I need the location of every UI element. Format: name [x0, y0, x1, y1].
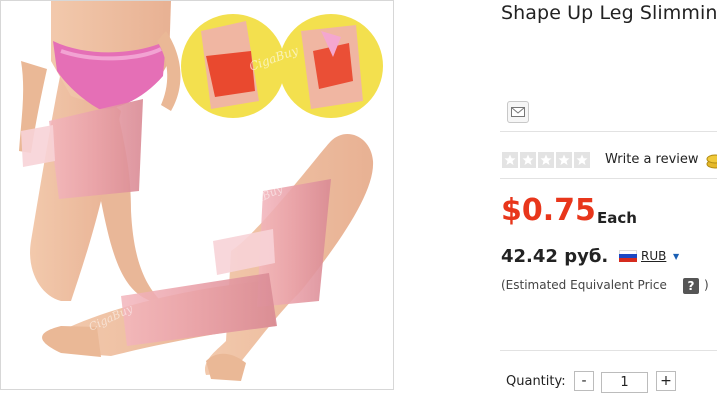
- write-review-link[interactable]: Write a review: [605, 152, 699, 167]
- email-button[interactable]: [507, 101, 529, 123]
- price-unit: Each: [597, 209, 637, 227]
- divider: [500, 131, 717, 132]
- converted-price: 42.42 руб.: [501, 246, 609, 267]
- star-icon: [502, 152, 518, 168]
- quantity-input[interactable]: [601, 372, 648, 393]
- coins-icon: [706, 154, 717, 169]
- currency-selector[interactable]: RUB: [641, 249, 666, 263]
- star-icon: [520, 152, 536, 168]
- caret-down-icon[interactable]: ▼: [673, 252, 679, 261]
- product-photo: CigaBuy CigaBuy CigaBuy: [19, 1, 383, 381]
- quantity-decrease-button[interactable]: -: [574, 371, 594, 391]
- product-title: Shape Up Leg Slimming: [501, 2, 717, 24]
- estimate-note-close: ): [704, 278, 709, 292]
- envelope-icon: [511, 107, 525, 117]
- price: $0.75: [501, 193, 596, 228]
- quantity-increase-button[interactable]: +: [656, 371, 676, 391]
- russia-flag-icon[interactable]: [619, 250, 637, 262]
- estimate-note: (Estimated Equivalent Price: [501, 278, 667, 292]
- divider: [500, 178, 717, 179]
- help-icon[interactable]: ?: [683, 278, 699, 294]
- star-icon: [574, 152, 590, 168]
- star-icon: [556, 152, 572, 168]
- quantity-label: Quantity:: [506, 374, 566, 389]
- divider: [500, 350, 717, 351]
- rating-stars: [502, 152, 590, 168]
- product-image[interactable]: CigaBuy CigaBuy CigaBuy: [0, 0, 394, 390]
- star-icon: [538, 152, 554, 168]
